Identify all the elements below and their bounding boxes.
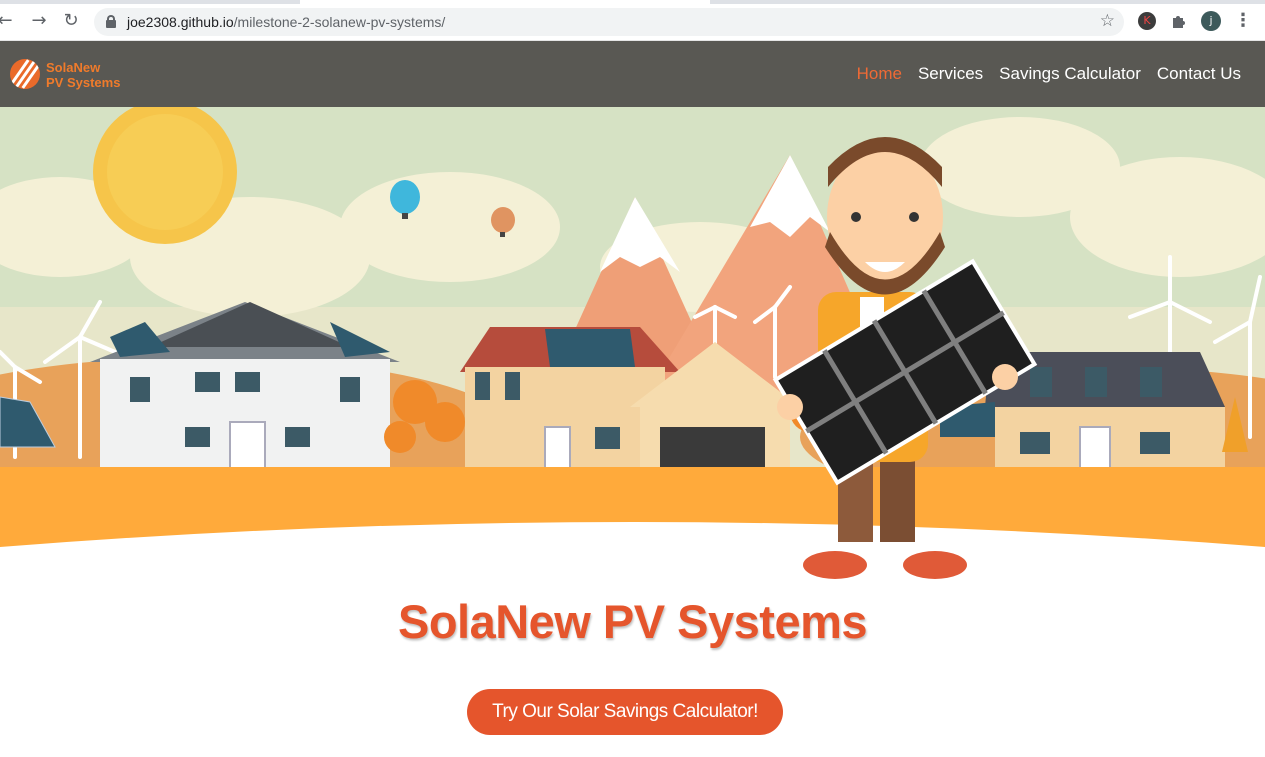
url-path: /milestone-2-solanew-pv-systems/: [233, 14, 446, 30]
forward-arrow-icon[interactable]: →: [28, 10, 50, 32]
reload-icon[interactable]: ↻: [60, 10, 82, 32]
main-menu: Home Services Savings Calculator Contact…: [857, 64, 1241, 84]
savings-calculator-cta-button[interactable]: Try Our Solar Savings Calculator!: [467, 689, 783, 735]
more-menu-icon[interactable]: ⋮: [1232, 10, 1254, 32]
url-text[interactable]: joe2308.github.io/milestone-2-solanew-pv…: [127, 14, 445, 30]
profile-avatar[interactable]: j: [1201, 11, 1221, 31]
lock-icon[interactable]: [106, 15, 116, 28]
logo-line-1: SolaNew: [46, 60, 101, 75]
bookmark-star-icon[interactable]: ☆: [1100, 11, 1115, 31]
puzzle-icon[interactable]: [1170, 12, 1188, 30]
hero-illustration: [0, 107, 1265, 587]
profile-letter: j: [1209, 14, 1213, 27]
address-bar[interactable]: joe2308.github.io/milestone-2-solanew-pv…: [94, 8, 1124, 36]
url-host: joe2308.github.io: [127, 14, 234, 30]
page-title: SolaNew PV Systems: [397, 595, 868, 648]
nav-link-home[interactable]: Home: [857, 64, 902, 84]
browser-toolbar: ← → ↻ joe2308.github.io/milestone-2-sola…: [0, 0, 1265, 41]
active-tab[interactable]: [300, 0, 710, 4]
k-extension-letter: K: [1143, 14, 1151, 27]
nav-link-contact-us[interactable]: Contact Us: [1157, 64, 1241, 84]
nav-link-services[interactable]: Services: [918, 64, 983, 84]
site-navbar: SolaNew PV Systems Home Services Savings…: [0, 41, 1265, 107]
logo-line-2: PV Systems: [46, 75, 121, 90]
logo-text: SolaNew PV Systems: [46, 60, 120, 90]
logo-mark-icon: [10, 59, 40, 89]
back-arrow-icon[interactable]: ←: [0, 10, 16, 32]
nav-link-savings-calculator[interactable]: Savings Calculator: [999, 64, 1141, 84]
k-extension-icon[interactable]: K: [1138, 12, 1156, 30]
tab-strip: [0, 0, 1265, 4]
